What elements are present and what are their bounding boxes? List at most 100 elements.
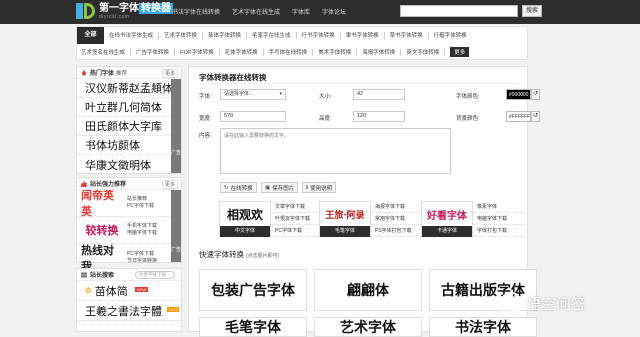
recommend-item[interactable]: 较转换 手机字体下载 电脑字体下载 (77, 217, 181, 244)
hot-font-item[interactable]: 叶立群几何简体 (77, 98, 181, 117)
nav-link-calligraphy[interactable]: 书法字体在线转换 (172, 7, 220, 16)
save-image-button[interactable]: ▣ 保存图片 (261, 182, 299, 193)
category-link[interactable]: 美术字体转换 (318, 48, 351, 56)
content-label: 内容: (199, 133, 212, 139)
quick-font-card[interactable]: 包装广告字体 (199, 269, 307, 311)
station-search-input[interactable]: 免费字体下载 (135, 271, 175, 279)
recommend-title: 站长强力推荐 (90, 182, 127, 188)
nav-link-forum[interactable]: 字体论坛 (322, 7, 346, 16)
category-link[interactable]: POP字体转换 (180, 48, 214, 56)
category-link[interactable]: 篆体字体转换 (208, 31, 241, 39)
recommend-link[interactable]: 电脑字体下载 (127, 230, 157, 237)
category-link[interactable]: 草书字体转换 (390, 31, 423, 39)
hot-fonts-more-button[interactable]: 更多 (161, 69, 178, 78)
preview-cartoon-font[interactable]: 好看字体 卡通字体 (421, 201, 473, 237)
recommend-link[interactable]: 手机字体下载 (127, 223, 157, 230)
size-input[interactable]: 42 (353, 89, 405, 100)
hot-font-item[interactable]: 书体坊颜体 (77, 136, 181, 155)
hot-fonts-panel: 热门字体 推荐 更多 汉仪新蒂赵孟頫体 叶立群几何简体 田氏颜体大字库 书体坊颜… (76, 66, 182, 174)
content-textarea[interactable]: 请在此输入需要转换的文字。 (220, 128, 451, 174)
preview-label: 中文字体 (220, 226, 270, 237)
recommend-link[interactable]: 站长推荐 (127, 196, 154, 203)
quick-font-card[interactable]: 艺术字体 (314, 317, 422, 337)
sparkle-icon: ✿ (85, 286, 92, 295)
font-link[interactable]: PS字体打包下载 (371, 225, 423, 237)
category-link[interactable]: 行楷字体转换 (434, 31, 467, 39)
category-link[interactable]: 行书字体转换 (302, 31, 335, 39)
font-link[interactable]: 叶根友字体下载 (271, 213, 323, 225)
convert-button[interactable]: ↻ 在线转换 (220, 182, 257, 193)
top-header: 第一字体 转换器 diyiziti.com 书法字体在线转换 艺术字体在线生成 字… (0, 0, 640, 24)
thumbs-up-icon (81, 180, 87, 187)
station-font-item[interactable]: 王羲之書法字體 (77, 301, 181, 321)
header-search-input[interactable] (400, 5, 518, 17)
bg-color-picker-button[interactable]: ↺ (531, 111, 540, 122)
recommend-item[interactable]: 闻帝英英 站长推荐 PC字体下载 (77, 189, 181, 218)
recommend-link[interactable]: PC字体下载 (127, 203, 154, 210)
station-search-panel: 站长搜索 免费字体下载 ✿ 苗体简 王羲之書法字體 NEW HOT (76, 268, 182, 332)
font-color-input[interactable]: #000000 (506, 89, 531, 100)
font-link[interactable]: 电脑字体下载 (473, 213, 525, 225)
font-link-list: 文章字体下载 叶根友字体下载 PC字体下载 (271, 201, 323, 237)
recommend-panel: 站长强力推荐 更多 闻帝英英 站长推荐 PC字体下载 较转换 手机字体下载 电脑… (76, 177, 182, 273)
quick-font-card[interactable]: 翩翩体 (314, 269, 422, 311)
logo-title: 第一字体 转换器 (99, 2, 173, 14)
recommend-image: 较转换 (85, 224, 119, 237)
quick-font-card[interactable]: 书法字体 (429, 317, 537, 337)
category-link[interactable]: 隶书字体转换 (346, 31, 379, 39)
category-more-button[interactable]: 更多 (450, 47, 470, 57)
site-logo[interactable]: 第一字体 转换器 diyiziti.com (76, 1, 173, 21)
preview-label: 毛笔字体 (320, 226, 370, 237)
category-link[interactable]: 艺术字体转换 (164, 31, 197, 39)
category-all[interactable]: 全部 (77, 27, 104, 44)
logo-icon (76, 1, 96, 21)
font-select[interactable]: 请选择字体... ▾ (220, 89, 286, 100)
preview-image: 王旅·阿录 (325, 210, 365, 221)
font-link[interactable]: 像素字体 (473, 201, 525, 213)
logo-url: diyiziti.com (99, 13, 130, 20)
category-link[interactable]: 艺术签名在线生成 (81, 48, 125, 56)
hot-font-item[interactable]: 汉仪新蒂赵孟頫体 (77, 79, 181, 98)
recommend-more-button[interactable]: 更多 (161, 180, 178, 189)
header-search-button[interactable]: 搜索 (522, 5, 542, 17)
station-search-title: 站长搜索 (90, 273, 115, 279)
category-link[interactable]: 广告字体转换 (136, 48, 169, 56)
font-color-picker-button[interactable]: ↺ (531, 89, 540, 100)
font-link[interactable]: 文章字体下载 (271, 201, 323, 213)
hot-fonts-title: 热门字体 (90, 71, 115, 77)
height-input[interactable]: 120 (353, 111, 405, 122)
category-link[interactable]: 英文字体转换 (406, 48, 439, 56)
hot-font-item[interactable]: 华康文徵明体 (77, 155, 181, 174)
new-badge: NEW (135, 287, 149, 292)
category-link[interactable]: 花体字体转换 (225, 48, 258, 56)
nav-link-font-library[interactable]: 字体库 (292, 7, 310, 16)
font-link[interactable]: 常用字体下载 (371, 213, 423, 225)
hot-font-item[interactable]: 田氏颜体大字库 (77, 117, 181, 136)
preview-chinese-font[interactable]: 相观欢 中文字体 (219, 201, 271, 237)
category-row-2: 艺术签名在线生成 广告字体转换 POP字体转换 花体字体转换 手写体在线转换 美… (81, 44, 470, 60)
station-font-item[interactable]: ✿ 苗体简 (77, 281, 181, 301)
recommend-link[interactable]: 节日字体转换 (127, 258, 157, 265)
nav-link-art-font[interactable]: 艺术字体在线生成 (232, 7, 280, 16)
category-link[interactable]: 手写体在线转换 (269, 48, 308, 56)
font-link[interactable]: 海报字体下载 (371, 201, 423, 213)
height-label: 高度: (319, 116, 332, 122)
width-input[interactable]: 570 (220, 111, 286, 122)
ad-side-tab[interactable]: 广告 (171, 190, 181, 262)
category-bar: 全部 在线书法字体生成 艺术字体转换 篆体字体转换 毛笔字在线生成 行书字体转换… (76, 26, 528, 60)
bg-color-input[interactable]: #FFFFFF (506, 111, 531, 122)
font-link[interactable]: PC字体下载 (271, 225, 323, 237)
hot-badge: HOT (167, 307, 180, 312)
help-button[interactable]: ℹ 使用说明 (302, 182, 337, 193)
font-link[interactable]: 字体打包下载 (473, 225, 525, 237)
category-link[interactable]: 海报字体转换 (362, 48, 395, 56)
quick-font-card[interactable]: 毛笔字体 (199, 317, 307, 337)
hot-fonts-subtitle: 推荐 (116, 70, 128, 77)
ad-side-tab[interactable]: 广告 (171, 79, 181, 173)
recommend-item[interactable]: 热线对我 PC字体下载 节日字体转换 (77, 244, 181, 273)
category-link[interactable]: 在线书法字体生成 (109, 31, 153, 39)
preview-brush-font[interactable]: 王旅·阿录 毛笔字体 (319, 201, 371, 237)
recommend-image: 闻帝英英 (81, 189, 114, 218)
recommend-link[interactable]: PC字体下载 (127, 251, 157, 258)
category-link[interactable]: 毛笔字在线生成 (252, 31, 291, 39)
